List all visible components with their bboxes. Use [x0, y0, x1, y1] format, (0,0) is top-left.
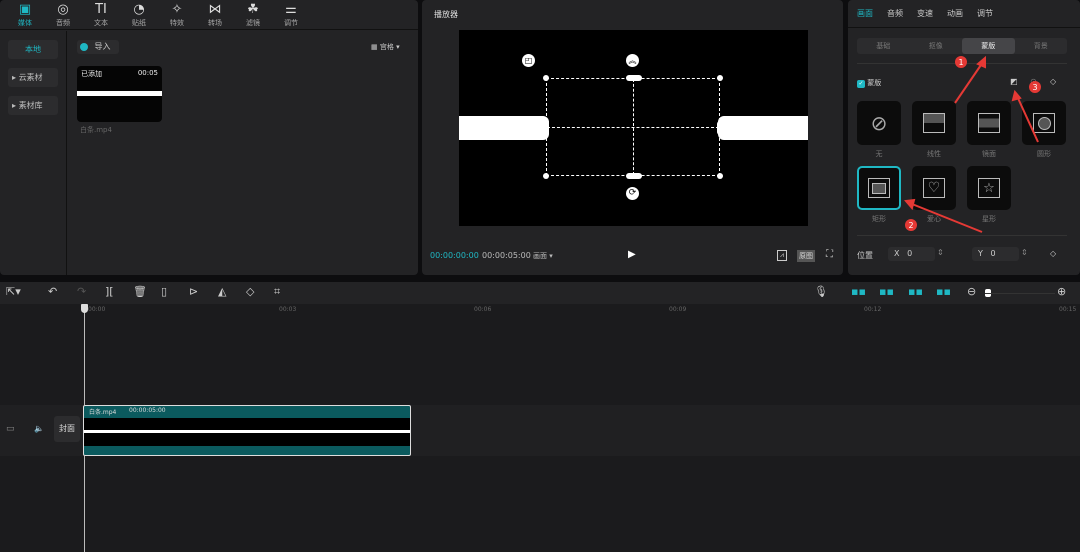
arrow-3 [1016, 95, 1039, 143]
arrow-1 [954, 61, 984, 104]
arrowhead [1011, 89, 1022, 102]
arrow-2 [911, 203, 983, 233]
arrowhead [976, 55, 986, 69]
annotation-overlay: 1 2 3 [904, 55, 1041, 233]
annotation-number: 2 [908, 221, 913, 230]
annotation-number: 3 [1032, 83, 1037, 92]
arrowhead [904, 198, 916, 211]
annotation-number: 1 [958, 58, 963, 67]
